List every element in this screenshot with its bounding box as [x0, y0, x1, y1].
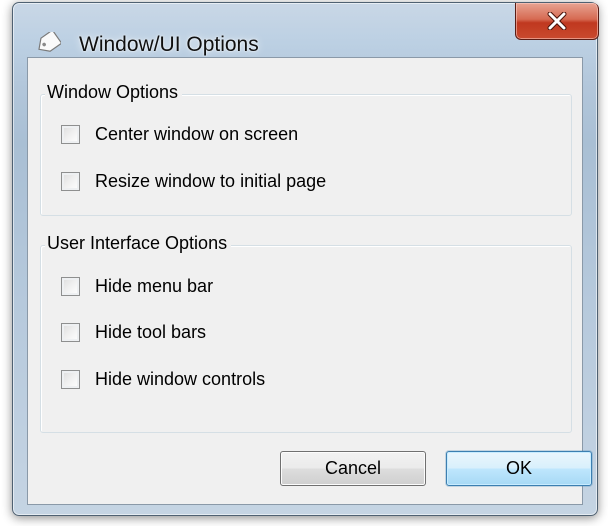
window-options-group: Window Options Center window on screen R… [40, 82, 572, 216]
hide-menu-bar-checkbox[interactable] [61, 276, 80, 296]
checkbox-label[interactable]: Hide menu bar [95, 276, 213, 297]
group-legend: Window Options [45, 82, 183, 103]
hide-tool-bars-checkbox[interactable] [61, 322, 80, 342]
user-interface-options-group: User Interface Options Hide menu bar Hid… [40, 233, 572, 433]
dialog-client-area: Window Options Center window on screen R… [27, 57, 592, 505]
resize-window-checkbox[interactable] [61, 171, 80, 191]
hide-tool-bars-option[interactable]: Hide tool bars [61, 320, 206, 344]
checkbox-label[interactable]: Center window on screen [95, 124, 298, 145]
cancel-button[interactable]: Cancel [280, 451, 426, 486]
resize-window-option[interactable]: Resize window to initial page [61, 169, 326, 193]
checkbox-label[interactable]: Resize window to initial page [95, 171, 326, 192]
center-window-checkbox[interactable] [61, 124, 80, 144]
hide-window-controls-checkbox[interactable] [61, 369, 80, 389]
hide-menu-bar-option[interactable]: Hide menu bar [61, 274, 213, 298]
checkbox-label[interactable]: Hide window controls [95, 369, 265, 390]
close-button[interactable] [515, 3, 599, 40]
dialog-window: Window/UI Options Window Options Center … [12, 2, 599, 516]
tag-icon [35, 29, 63, 54]
group-legend: User Interface Options [45, 233, 232, 254]
checkbox-label[interactable]: Hide tool bars [95, 322, 206, 343]
ok-button[interactable]: OK [446, 451, 592, 486]
window-title: Window/UI Options [79, 33, 259, 56]
close-icon [547, 12, 567, 30]
center-window-option[interactable]: Center window on screen [61, 122, 298, 146]
title-bar[interactable]: Window/UI Options [13, 3, 599, 61]
hide-window-controls-option[interactable]: Hide window controls [61, 367, 265, 391]
